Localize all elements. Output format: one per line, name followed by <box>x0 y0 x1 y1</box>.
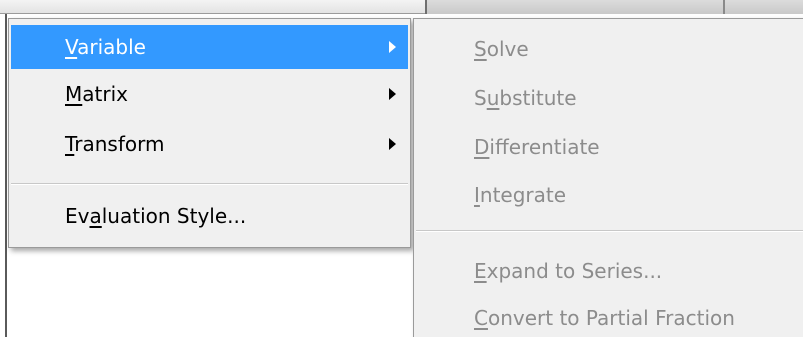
submenu-item-label: Convert to Partial Fraction <box>474 306 735 330</box>
menu-item-label: Variable <box>65 35 146 59</box>
submenu-item-differentiate[interactable]: Differentiate <box>416 123 803 171</box>
submenu-item-label: Differentiate <box>474 135 600 159</box>
submenu-item-substitute[interactable]: Substitute <box>416 74 803 122</box>
submenu-item-label: Substitute <box>474 86 577 110</box>
menu-item-matrix[interactable]: Matrix <box>11 72 408 116</box>
menu-separator <box>11 183 408 185</box>
menu-item-variable[interactable]: Variable <box>11 25 408 69</box>
background-window-border <box>5 14 7 337</box>
background-window-tab <box>425 0 723 14</box>
submenu-item-solve[interactable]: Solve <box>416 25 803 73</box>
menu-item-evaluation-style[interactable]: Evaluation Style... <box>11 194 408 238</box>
submenu-item-integrate[interactable]: Integrate <box>416 171 803 219</box>
submenu-arrow-icon <box>389 41 396 53</box>
submenu-item-label: Expand to Series... <box>474 259 663 283</box>
menu-item-label: Evaluation Style... <box>65 204 247 228</box>
submenu-item-label: Integrate <box>474 183 567 207</box>
submenu-arrow-icon <box>389 138 396 150</box>
submenu-arrow-icon <box>389 88 396 100</box>
submenu-item-convert-to-partial-fraction[interactable]: Convert to Partial Fraction <box>416 294 803 337</box>
submenu-item-label: Solve <box>474 37 529 61</box>
submenu-item-expand-to-series[interactable]: Expand to Series... <box>416 247 803 295</box>
submenu-separator <box>416 230 803 232</box>
menu-item-label: Matrix <box>65 82 128 106</box>
background-window-tab <box>723 0 803 14</box>
screen: Variable Matrix Transform Evaluation Sty… <box>0 0 803 337</box>
variable-submenu: Solve Substitute Differentiate Integrate… <box>413 18 803 337</box>
context-menu: Variable Matrix Transform Evaluation Sty… <box>8 18 411 248</box>
menu-item-transform[interactable]: Transform <box>11 122 408 166</box>
menu-item-label: Transform <box>65 132 165 156</box>
